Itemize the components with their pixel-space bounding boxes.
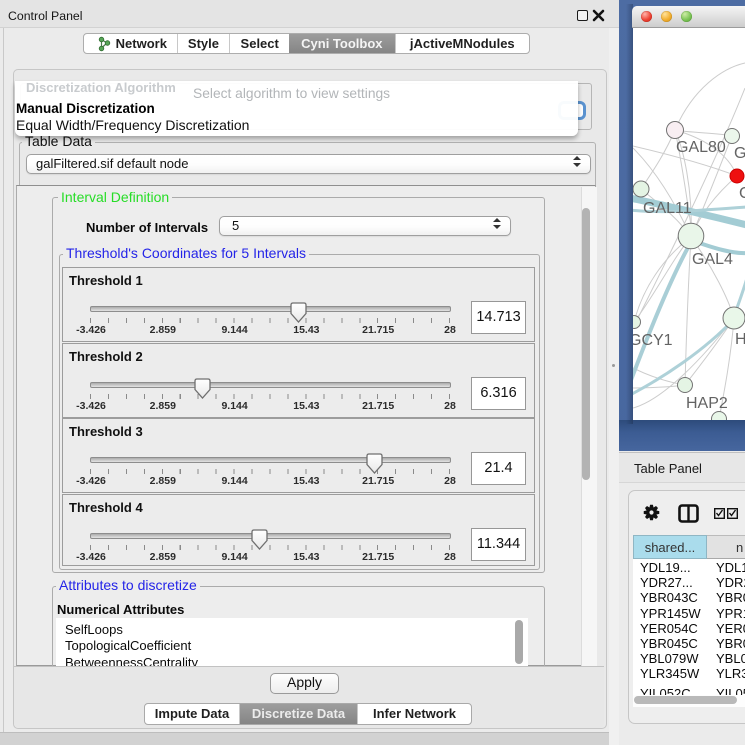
svg-text:HAP2: HAP2 [686,395,728,412]
svg-text:GCY1: GCY1 [633,332,673,349]
svg-text:C: C [739,185,745,202]
svg-text:GAL11: GAL11 [643,200,692,217]
svg-text:GAL80: GAL80 [676,139,726,156]
svg-text:GAL4: GAL4 [692,251,733,268]
svg-text:H: H [735,331,745,348]
svg-text:G.: G. [734,145,745,162]
